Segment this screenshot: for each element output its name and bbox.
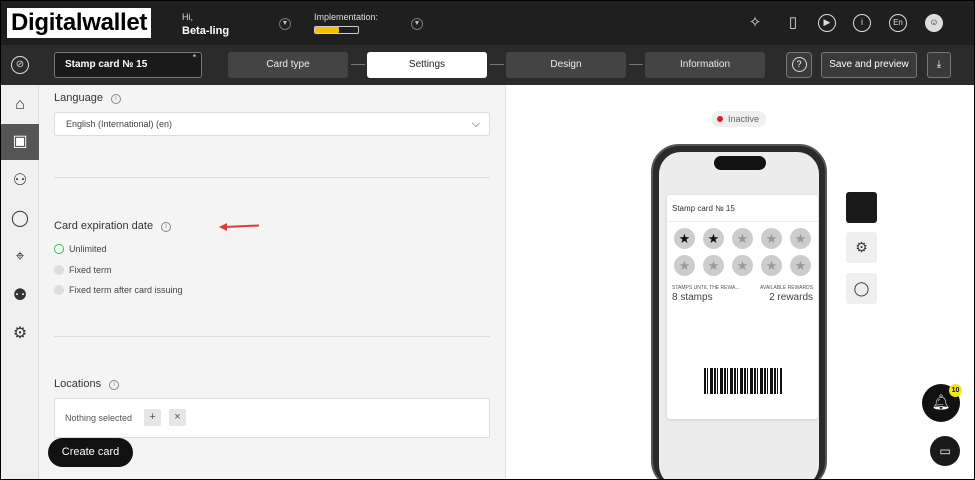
app-window: Digitalwallet Hi, Beta-ling ▼ Implementa… [0,0,975,480]
apple-icon[interactable] [846,192,877,223]
stamp-star-icon: ★ [703,228,724,249]
divider [54,336,490,337]
implementation-progress-bar [314,26,359,34]
implementation-chevron-icon[interactable]: ▼ [411,18,423,30]
radio-dot [54,244,64,254]
language-select[interactable]: English (International) (en) ⌵ [54,112,490,136]
help-icon: ? [791,57,807,72]
locations-field[interactable]: Nothing selected + × [54,398,490,438]
lightbulb-icon[interactable]: ✧ [746,14,764,32]
language-select-value: English (International) (en) [66,119,173,129]
language-label-text: Language [54,92,103,104]
stamp-star-icon: ★ [761,255,782,276]
radio-fixed-term[interactable]: Fixed term [54,265,112,275]
barcode [704,368,782,394]
info-icon[interactable]: i [161,222,172,232]
info-icon[interactable]: i [853,14,871,32]
create-card-button[interactable]: Create card [48,438,133,467]
wallet-card: Stamp card № 15 ★ ★ ★ ★ ★ ★ ★ ★ ★ ★ STAMPS UNTIL … [667,195,818,419]
info-icon[interactable]: i [110,94,121,104]
stamps-label: STAMPS UNTIL THE REWA... [672,285,740,291]
card-divider [667,221,818,222]
language-label: Language i [54,92,121,104]
locations-value: Nothing selected [65,413,133,423]
required-mark: * [192,53,196,62]
annotation-arrow-icon [219,223,259,231]
add-location-button[interactable]: + [144,409,161,426]
home-icon[interactable]: ⌂ [1,87,39,123]
location-icon[interactable]: ⌖ [1,239,39,275]
download-icon[interactable]: ⤓ [927,52,951,78]
stamp-star-icon: ★ [703,255,724,276]
user-name: Beta-ling [182,25,230,37]
phone-notch [714,156,766,170]
notification-count-badge: 10 [949,384,962,397]
card-name-value: Stamp card № 15 [65,59,148,70]
support-chat-icon[interactable]: ▭ [930,436,960,466]
play-icon[interactable]: ▶ [818,14,836,32]
stamp-star-icon: ★ [761,228,782,249]
save-and-preview-button[interactable]: Save and preview [821,52,917,78]
top-bar: Digitalwallet Hi, Beta-ling ▼ Implementa… [1,1,974,45]
implementation-progress-fill [315,27,339,33]
tab-information[interactable]: Information [645,52,765,78]
radio-unlimited[interactable]: Unlimited [54,244,107,254]
messages-icon[interactable]: ◯ [1,201,39,237]
status-badge: Inactive [711,111,767,127]
greeting-text: Hi, [182,12,193,22]
radio-label: Fixed term [69,265,112,275]
radio-dot [54,265,64,275]
stamp-star-icon: ★ [790,255,811,276]
user-menu-chevron-icon[interactable]: ▼ [279,18,291,30]
radio-dot [54,285,64,295]
phone-mockup: Stamp card № 15 ★ ★ ★ ★ ★ ★ ★ ★ ★ ★ STAMPS UNTIL … [651,144,827,479]
manager-icon[interactable]: ⚉ [1,278,39,314]
settings-gear-icon[interactable]: ⚙ [1,316,39,352]
phone-icon[interactable]: ▯ [784,14,802,32]
expiration-label: Card expiration date i [54,220,172,232]
stamp-star-icon: ★ [790,228,811,249]
logo: Digitalwallet [7,8,152,38]
stamps-value: 8 stamps [672,292,713,303]
settings-panel: Language i English (International) (en) ⌵… [39,85,506,479]
android-icon[interactable]: ⚙ [846,232,877,263]
clear-locations-button[interactable]: × [169,409,186,426]
step-connector [351,64,365,65]
card-preview-area: Inactive Stamp card № 15 ★ ★ ★ ★ ★ ★ ★ ★ ★ ★ STAM… [506,85,974,479]
user-greeting[interactable]: Hi, Beta-ling [182,12,229,37]
info-icon[interactable]: i [109,380,120,390]
divider [54,177,490,178]
step-connector [629,64,643,65]
stamp-star-icon: ★ [674,228,695,249]
radio-label: Fixed term after card issuing [69,285,183,295]
help-button[interactable]: ? [786,52,812,78]
implementation-label: Implementation: [314,12,379,22]
wizard-bar: ⊘ Stamp card № 15 * Card type Settings D… [1,45,974,85]
stamp-star-icon: ★ [732,255,753,276]
language-button[interactable]: En [889,14,907,32]
sidebar: ⌂ ▣ ⚇ ◯ ⌖ ⚉ ⚙ [1,85,39,479]
locations-label-text: Locations [54,378,102,390]
step-connector [490,64,504,65]
phone-screen: Stamp card № 15 ★ ★ ★ ★ ★ ★ ★ ★ ★ ★ STAMPS UNTIL … [659,152,819,479]
card-title: Stamp card № 15 [672,204,735,213]
rewards-label: AVAILABLE REWARDS [760,285,813,291]
expiration-label-text: Card expiration date [54,220,154,232]
card-name-field[interactable]: Stamp card № 15 * [54,52,202,78]
radio-fixed-term-after-issuing[interactable]: Fixed term after card issuing [54,285,183,295]
stamp-star-icon: ★ [732,228,753,249]
rewards-value: 2 rewards [769,292,813,303]
chevron-down-icon: ⌵ [471,118,480,130]
tab-settings[interactable]: Settings [367,52,487,78]
compass-icon[interactable]: ⊘ [11,56,29,74]
tab-card-type[interactable]: Card type [228,52,348,78]
locations-label: Locations i [54,378,120,390]
stamp-star-icon: ★ [674,255,695,276]
tab-design[interactable]: Design [506,52,626,78]
radio-label: Unlimited [69,244,107,254]
card-icon[interactable]: ▣ [1,124,39,160]
chat-bubble-icon[interactable]: ◯ [846,273,877,304]
users-icon[interactable]: ⚇ [1,163,39,199]
avatar[interactable]: ☺ [925,14,943,32]
